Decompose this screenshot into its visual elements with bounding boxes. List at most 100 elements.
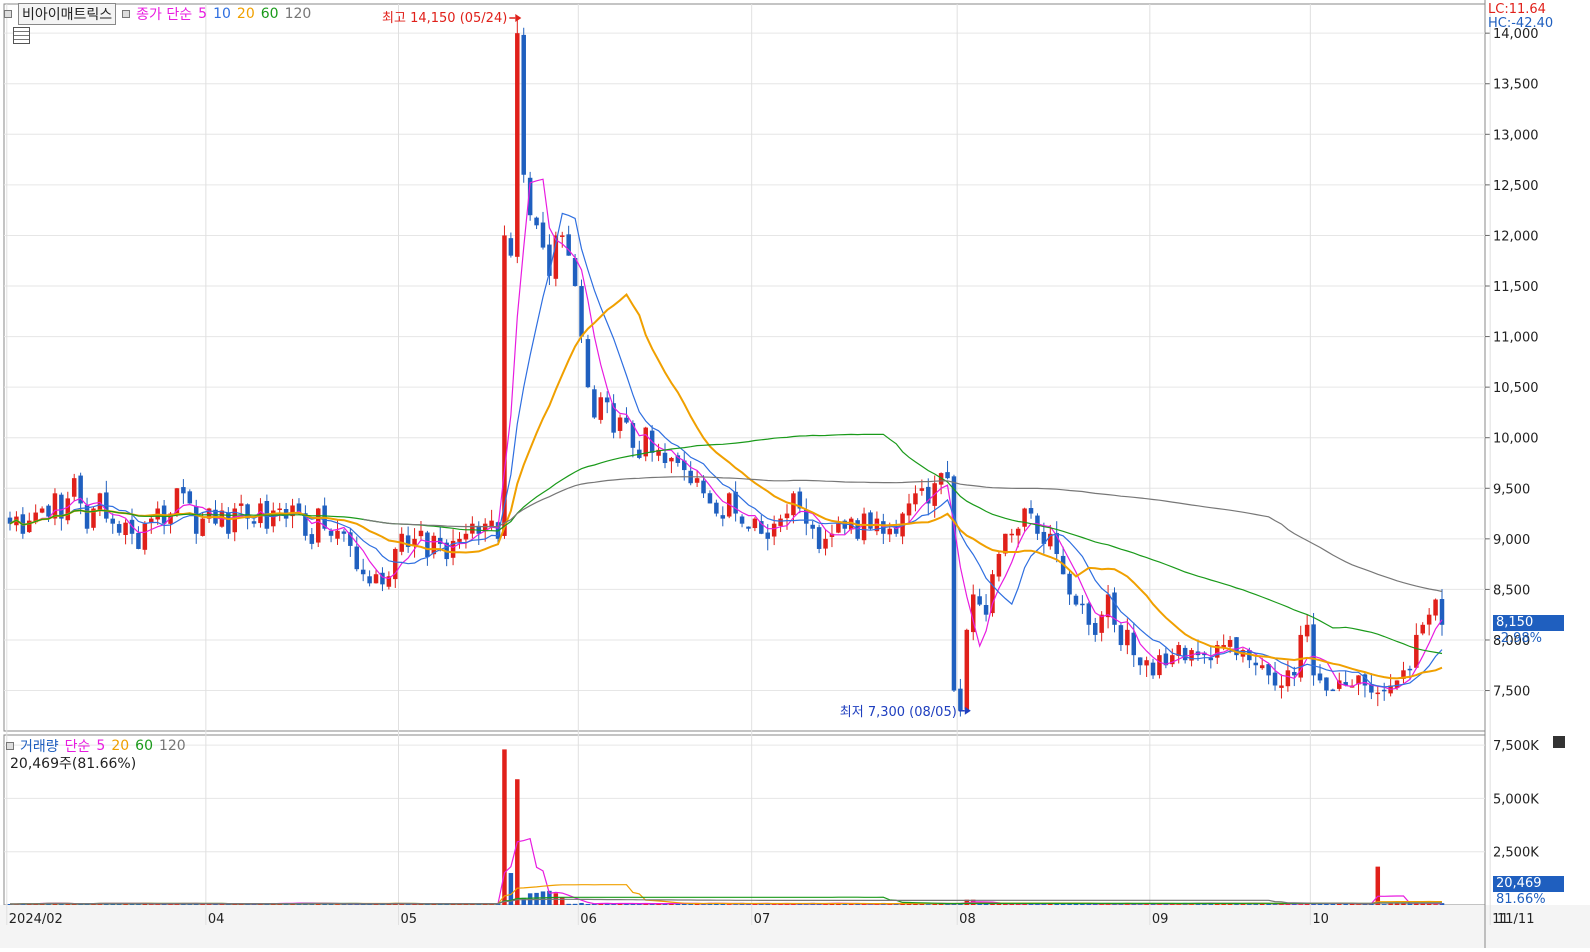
x-tick-label: 08 [959,912,976,927]
candle-body [579,286,584,337]
lc-value: LC:11.64 [1488,2,1546,17]
candle-body [1022,508,1027,527]
candle-body [367,576,372,584]
volume-panel-toggle-icon[interactable] [6,742,14,750]
volume-bar [1433,904,1438,905]
price-tick-label: 8,500 [1493,583,1530,598]
grid-icon[interactable] [13,27,30,44]
candle-body [277,508,282,511]
price-tick-label: 11,500 [1493,280,1539,295]
candle-body [771,523,777,537]
volume-ma-60: 60 [135,738,153,754]
candle-body [1375,692,1381,695]
price-change: -2.98% [1496,631,1542,646]
chart-canvas: 7,5008,0008,5009,0009,50010,00010,50011,… [0,0,1590,948]
candle-body [1285,670,1291,687]
volume-bar [1381,904,1387,905]
x-tick-label: 09 [1152,912,1169,927]
price-tick-label: 11,000 [1493,331,1539,346]
candle-body [617,417,623,431]
candle-body [1279,685,1284,688]
volume-bar [1272,904,1278,905]
candle-body [1330,689,1336,692]
volume-bar [1343,903,1348,905]
candle-body [508,238,514,256]
candle-body [540,222,546,248]
candle-body [1433,599,1438,616]
candle-body [1028,508,1034,514]
candle-body [919,488,925,491]
candle-body [1137,657,1143,666]
price-tick-label: 7,500 [1493,685,1530,700]
price-tick-label: 10,000 [1493,432,1539,447]
candle-body [418,530,424,537]
candle-body [1414,634,1419,668]
candle-body [1439,599,1445,625]
volume-bar [566,903,571,905]
volume-bar [990,903,995,905]
candle-body [1259,665,1265,669]
price-tick-label: 12,000 [1493,229,1539,244]
candle-body [643,427,648,457]
candle-body [1105,594,1111,618]
candle-body [720,515,726,519]
candle-body [964,629,970,710]
candle-body [810,524,815,529]
x-tick-label: 06 [580,912,597,927]
candle-body [990,574,995,614]
price-panel-header: 비아이매트릭스 종가 단순 5 10 20 60 120 [4,3,311,25]
candle-body [1099,614,1104,633]
candle-body [604,397,610,403]
candle-body [335,530,340,539]
volume-close-icon[interactable] [1553,736,1565,748]
candle-body [515,33,520,257]
candle-body [1144,660,1149,666]
candle-body [373,574,379,584]
candle-body [39,508,45,513]
candle-body [65,498,71,521]
candle-body [1304,624,1310,637]
candle-body [694,478,700,483]
candle-body [1324,677,1329,691]
volume-badge: 20,469 [1493,876,1564,892]
candle-body [1317,673,1323,681]
candle-body [116,524,122,533]
current-price-badge: 8,150 [1493,615,1564,631]
candle-body [136,532,141,549]
x-tick-label: 2024/02 [9,912,63,927]
candle-body [187,491,193,504]
symbol-name[interactable]: 비아이매트릭스 [18,3,117,25]
volume-bar [804,904,809,905]
price-tick-label: 9,000 [1493,533,1530,548]
panel-toggle-icon[interactable] [4,10,12,18]
candle-body [1157,655,1162,676]
candle-body [1292,671,1297,676]
candle-body [354,546,360,570]
ma-5-label: 5 [198,6,208,22]
volume-ma-5: 5 [96,738,106,754]
candle-body [906,503,912,516]
settings-icon[interactable] [122,10,131,18]
volume-tick-label: 5,000K [1493,792,1539,807]
candle-body [669,457,674,462]
candle-body [1253,662,1259,666]
candle-body [746,526,751,529]
candle-body [502,235,507,536]
ma-10-label: 10 [213,6,231,22]
candle-body [1420,624,1425,634]
volume-bar [733,904,738,905]
volume-current: 20,469주(81.66%) [10,756,137,772]
candle-body [238,503,244,506]
x-tick-label: 05 [401,912,418,927]
candle-body [1080,603,1085,606]
ma-60-label: 60 [260,6,279,22]
volume-bar [726,904,732,905]
candle-body [945,472,950,479]
price-tick-label: 9,500 [1493,482,1530,497]
candle-body [226,512,231,534]
candle-body [739,516,745,524]
candle-body [913,493,918,505]
candle-body [592,389,597,418]
x-tick-label: 07 [754,912,771,927]
candle-body [598,397,604,420]
